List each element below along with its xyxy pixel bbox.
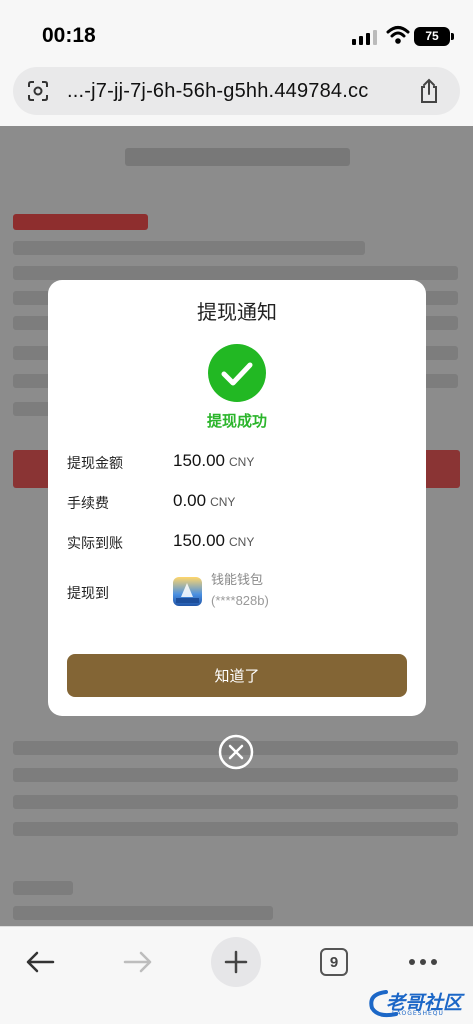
status-time: 00:18 bbox=[42, 24, 96, 47]
amount-label: 提现金额 bbox=[67, 456, 123, 472]
scan-icon[interactable] bbox=[27, 80, 49, 102]
amount-value: 150.00 CNY bbox=[173, 451, 254, 471]
plus-icon bbox=[224, 950, 248, 974]
check-circle-icon bbox=[208, 344, 266, 402]
new-tab-button[interactable] bbox=[211, 937, 261, 987]
fee-number: 0.00 bbox=[173, 491, 207, 510]
url-text[interactable]: ...-j7-jj-7j-6h-56h-g5hh.449784.cc bbox=[67, 80, 368, 103]
fee-unit: CNY bbox=[210, 495, 236, 509]
fee-value: 0.00 CNY bbox=[173, 491, 235, 511]
address-bar-container: ...-j7-jj-7j-6h-56h-g5hh.449784.cc bbox=[0, 62, 473, 126]
tabs-button[interactable]: 9 bbox=[309, 937, 359, 987]
received-label: 实际到账 bbox=[67, 536, 123, 552]
received-unit: CNY bbox=[229, 535, 255, 549]
wallet-account: (****828b) bbox=[211, 593, 269, 608]
wallet-name: 钱能钱包 bbox=[211, 573, 264, 588]
more-button[interactable] bbox=[398, 937, 448, 987]
wifi-icon bbox=[386, 26, 410, 44]
confirm-button[interactable]: 知道了 bbox=[67, 654, 407, 697]
battery-icon: 75 bbox=[414, 27, 454, 46]
forward-button[interactable] bbox=[113, 937, 163, 987]
fee-label: 手续费 bbox=[67, 496, 109, 512]
destination-label: 提现到 bbox=[67, 586, 109, 602]
success-text: 提现成功 bbox=[206, 412, 267, 430]
back-arrow-icon bbox=[26, 951, 55, 973]
withdraw-notice-dialog: 提现通知 提现成功 提现金额 150.00 CNY 手续费 0.00 CNY 实际到… bbox=[48, 280, 426, 716]
dialog-title: 提现通知 bbox=[197, 300, 277, 324]
watermark-subtext: LAOGESHEQU bbox=[392, 1010, 444, 1017]
received-number: 150.00 bbox=[173, 531, 225, 550]
amount-number: 150.00 bbox=[173, 451, 225, 470]
received-value: 150.00 CNY bbox=[173, 531, 254, 551]
status-bar: 00:18 75 bbox=[0, 0, 473, 62]
amount-unit: CNY bbox=[229, 455, 255, 469]
more-icon bbox=[409, 959, 437, 965]
back-button[interactable] bbox=[15, 937, 65, 987]
signal-icon bbox=[352, 29, 377, 45]
address-bar[interactable]: ...-j7-jj-7j-6h-56h-g5hh.449784.cc bbox=[13, 67, 460, 115]
wallet-app-icon bbox=[173, 577, 202, 606]
close-circle-icon[interactable] bbox=[218, 734, 254, 770]
tabs-icon: 9 bbox=[320, 948, 348, 976]
share-icon[interactable] bbox=[417, 77, 441, 105]
forward-arrow-icon bbox=[123, 951, 152, 973]
